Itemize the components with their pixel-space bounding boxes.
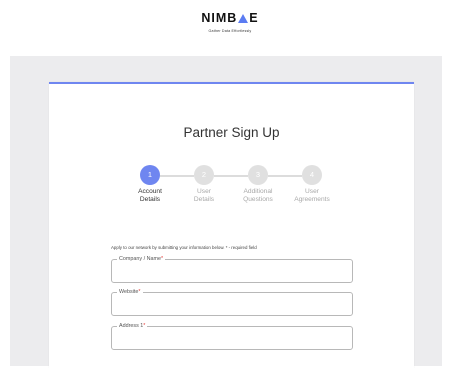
step-label-line: User bbox=[197, 188, 211, 195]
field-label: Website* bbox=[117, 289, 143, 296]
address-1-field[interactable]: Address 1* bbox=[111, 323, 353, 350]
site-header: NIMB E Gather Data Effortlessly bbox=[0, 0, 460, 52]
field-label-text: Address 1 bbox=[119, 323, 144, 329]
step-label-line: Details bbox=[139, 196, 161, 203]
step-label: User Agreements bbox=[282, 188, 342, 204]
required-marker: * bbox=[143, 323, 146, 329]
step-label-line: Account bbox=[138, 188, 162, 195]
step-label: Additional Questions bbox=[228, 188, 288, 204]
step-number: 3 bbox=[248, 165, 268, 185]
step-label-line: Agreements bbox=[294, 196, 330, 203]
step-label-line: User bbox=[305, 188, 319, 195]
step-additional-questions[interactable]: 3 Additional Questions bbox=[228, 165, 288, 204]
step-number: 4 bbox=[302, 165, 322, 185]
logo[interactable]: NIMB E Gather Data Effortlessly bbox=[0, 9, 460, 34]
field-label: Address 1* bbox=[117, 323, 148, 330]
step-user-details[interactable]: 2 User Details bbox=[174, 165, 234, 204]
step-account-details[interactable]: 1 Account Details bbox=[120, 165, 180, 204]
triangle-icon bbox=[238, 14, 249, 23]
step-label: Account Details bbox=[120, 188, 180, 204]
field-label: Company / Name* bbox=[117, 256, 166, 263]
form-intro-text: Apply to our network by submitting your … bbox=[111, 245, 257, 250]
required-marker: * bbox=[160, 256, 164, 262]
step-label-line: Details bbox=[193, 196, 215, 203]
logo-wordmark: NIMB E bbox=[201, 12, 258, 25]
signup-card: Partner Sign Up 1 Account Details 2 User… bbox=[49, 82, 414, 368]
website-field[interactable]: Website* bbox=[111, 289, 353, 316]
required-marker: * bbox=[138, 289, 141, 295]
company-name-field[interactable]: Company / Name* bbox=[111, 256, 353, 283]
step-label: User Details bbox=[174, 188, 234, 204]
step-label-line: Questions bbox=[243, 196, 273, 203]
step-number: 1 bbox=[140, 165, 160, 185]
step-label-line: Additional bbox=[243, 188, 273, 195]
step-user-agreements[interactable]: 4 User Agreements bbox=[282, 165, 342, 204]
field-label-text: Website bbox=[119, 289, 139, 295]
progress-stepper: 1 Account Details 2 User Details 3 Addit… bbox=[49, 165, 414, 215]
page-title: Partner Sign Up bbox=[183, 125, 280, 140]
logo-tagline: Gather Data Effortlessly bbox=[208, 29, 252, 33]
logo-text-left: NIMB bbox=[201, 11, 238, 25]
logo-text-right: E bbox=[249, 11, 259, 25]
step-number: 2 bbox=[194, 165, 214, 185]
field-label-text: Company / Name bbox=[119, 256, 161, 262]
